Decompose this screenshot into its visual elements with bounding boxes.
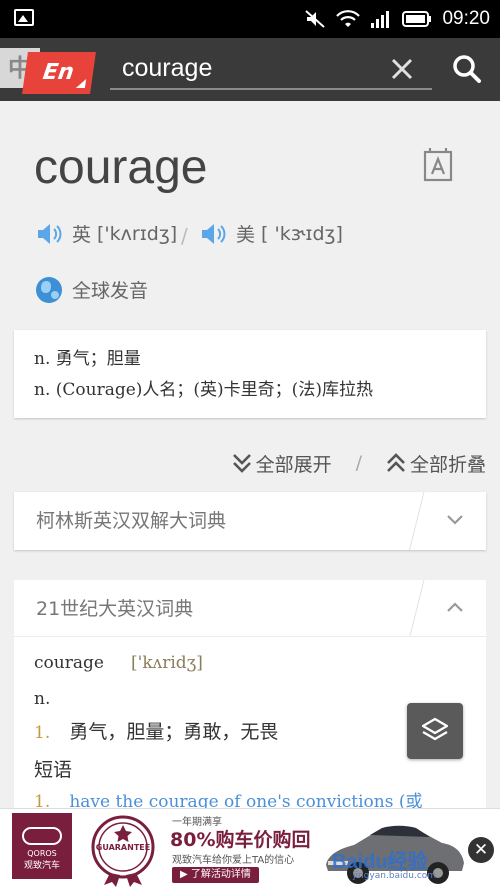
controls-separator: / [355, 452, 362, 474]
image-notification-icon [14, 9, 34, 26]
close-ad-button[interactable]: ✕ [468, 837, 494, 863]
divider [407, 580, 426, 636]
definition-line: n. 勇气；胆量 [34, 349, 141, 369]
divider [407, 492, 426, 550]
battery-icon [402, 11, 432, 27]
close-icon [391, 58, 413, 80]
wifi-icon [336, 10, 361, 27]
search-icon [453, 55, 481, 83]
search-header: 中 En [0, 38, 500, 101]
ad-cta-button[interactable]: ▶ 了解活动详情 [172, 867, 259, 883]
part-of-speech: n. [34, 689, 51, 709]
phrases-label: 短语 [34, 759, 73, 781]
expand-collapse-controls: 全部展开 / 全部折叠 [200, 448, 486, 478]
double-chevron-up-icon [387, 453, 405, 472]
ad-subtitle: 观致汽车给你爱上TA的信心 [172, 855, 295, 866]
speaker-icon [202, 223, 226, 244]
basic-definition-card: n. 勇气；胆量 n. (Courage)人名；(英)卡里奇；(法)库拉热 [14, 330, 486, 418]
us-label: 美 [236, 224, 256, 246]
definition-line: n. (Courage)人名；(英)卡里奇；(法)库拉热 [34, 380, 373, 400]
ad-banner[interactable]: QOROS 观致汽车 GUARANTEE 一年期满享 80%购车价购回 观致汽车… [0, 808, 500, 889]
clock: 09:20 [442, 8, 490, 29]
chevron-down-icon [447, 515, 463, 525]
badge-label: GUARANTEE [95, 843, 151, 852]
expand-all-button[interactable]: 全部展开 [232, 450, 332, 477]
entry-word: courage [34, 653, 104, 673]
status-icons: 09:20 [304, 0, 490, 38]
ad-headline: 80%购车价购回 [170, 829, 311, 851]
headword: courage [34, 141, 208, 194]
add-to-wordbook-icon[interactable] [420, 148, 456, 184]
expand-all-label: 全部展开 [255, 453, 332, 476]
collapse-all-button[interactable]: 全部折叠 [386, 450, 486, 477]
21st-century-dictionary-section[interactable]: 21世纪大英汉词典 [14, 580, 486, 636]
lang-en-button[interactable]: En [22, 52, 96, 94]
global-pronunciation-label: 全球发音 [72, 280, 149, 302]
brand-name: QOROS [27, 849, 57, 858]
collins-dictionary-section[interactable]: 柯林斯英汉双解大词典 [14, 492, 486, 550]
us-phonetic: [ 'kɝɪdʒ] [261, 222, 343, 245]
brand-name-cn: 观致汽车 [23, 861, 60, 871]
collapse-all-label: 全部折叠 [409, 453, 486, 476]
watermark: Baidu经验 [332, 851, 428, 873]
logo-ring [22, 827, 62, 845]
definition-number: 1. [34, 723, 51, 743]
definition-text: 勇气，胆量；勇敢，无畏 [69, 721, 279, 743]
clear-search-button[interactable] [385, 52, 419, 86]
section-title: 21世纪大英汉词典 [36, 598, 194, 620]
uk-phonetic: ['kʌrɪdʒ] [97, 222, 178, 245]
entry-phonetic: ['kʌridʒ] [131, 653, 203, 673]
status-bar: 09:20 [0, 0, 500, 38]
us-pronunciation[interactable]: 美 [ 'kɝɪdʒ] [200, 220, 343, 247]
signal-icon [371, 11, 390, 28]
globe-icon [36, 276, 62, 303]
speaker-icon [38, 223, 62, 244]
search-button[interactable] [448, 50, 486, 88]
mute-icon [305, 10, 326, 28]
pron-separator: / [181, 224, 188, 248]
dictionary-switch-button[interactable] [407, 703, 463, 759]
layers-icon [421, 717, 449, 741]
search-input[interactable] [110, 48, 432, 90]
chevron-up-icon [447, 602, 463, 612]
double-chevron-down-icon [232, 454, 251, 473]
section-title: 柯林斯英汉双解大词典 [36, 510, 227, 532]
uk-pronunciation[interactable]: 英 ['kʌrɪdʒ] [36, 220, 177, 247]
uk-label: 英 [72, 224, 92, 246]
brand-logo: QOROS 观致汽车 [12, 813, 72, 879]
watermark-url: jingyan.baidu.com [353, 871, 437, 881]
global-pronunciation-link[interactable]: 全球发音 [36, 276, 148, 303]
